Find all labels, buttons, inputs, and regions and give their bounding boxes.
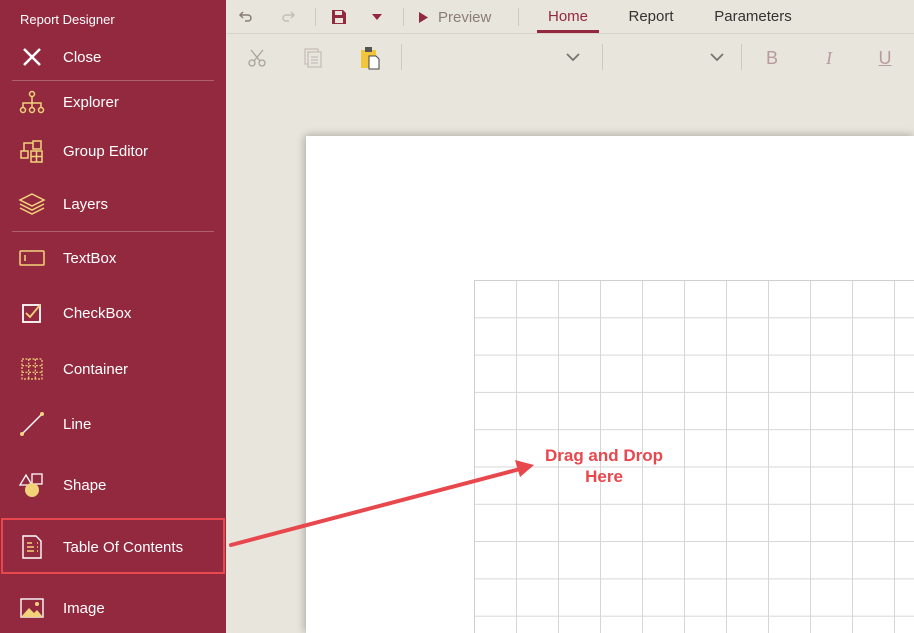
bold-button[interactable]: B <box>761 46 783 70</box>
save-dropdown-button[interactable] <box>366 8 388 26</box>
sidebar-item-label: Line <box>63 415 92 433</box>
layers-icon <box>18 190 46 218</box>
divider <box>602 44 603 70</box>
preview-button[interactable]: Preview <box>419 6 491 28</box>
shape-icon <box>18 471 46 499</box>
sidebar-item-label: CheckBox <box>63 304 132 322</box>
chevron-down-icon <box>566 53 580 61</box>
tab-parameters[interactable]: Parameters <box>705 0 801 33</box>
divider <box>12 231 214 232</box>
redo-button[interactable] <box>278 7 300 27</box>
sidebar-item-container[interactable]: Container <box>0 344 226 394</box>
drop-hint-line2: Here <box>585 467 623 486</box>
highlight-box <box>1 518 225 574</box>
sidebar: Report Designer Close Explorer Group Edi… <box>0 0 226 633</box>
play-icon <box>419 11 428 23</box>
cut-button[interactable] <box>244 46 270 70</box>
divider <box>403 8 404 26</box>
divider <box>401 44 402 70</box>
sidebar-item-line[interactable]: Line <box>0 399 226 449</box>
save-button[interactable] <box>328 6 350 28</box>
sidebar-item-textbox[interactable]: TextBox <box>0 233 226 283</box>
group-editor-icon <box>18 137 46 165</box>
image-icon <box>18 594 46 622</box>
sidebar-item-label: Explorer <box>63 93 119 111</box>
toolbar-row-format: B I U <box>226 33 914 80</box>
chevron-down-icon <box>710 53 724 61</box>
explorer-icon <box>18 88 46 116</box>
underline-button[interactable]: U <box>874 46 896 70</box>
divider <box>315 8 316 26</box>
sidebar-item-label: Close <box>63 48 102 66</box>
sidebar-item-close[interactable]: Close <box>0 32 226 82</box>
tab-report[interactable]: Report <box>620 0 682 33</box>
toolbar: Preview Home Report Parameters B I U <box>226 0 914 80</box>
paste-button[interactable] <box>357 45 383 71</box>
tab-home[interactable]: Home <box>537 0 599 33</box>
redo-icon <box>282 11 296 22</box>
sidebar-item-group-editor[interactable]: Group Editor <box>0 126 226 176</box>
app-title: Report Designer <box>20 12 115 27</box>
drop-hint: Drag and Drop Here <box>530 445 678 487</box>
sidebar-item-checkbox[interactable]: CheckBox <box>0 288 226 338</box>
sidebar-item-explorer[interactable]: Explorer <box>0 77 226 127</box>
preview-label: Preview <box>438 8 492 26</box>
scissors-icon <box>248 49 266 67</box>
save-icon <box>332 10 346 24</box>
divider <box>741 44 742 70</box>
textbox-icon <box>18 244 46 272</box>
sidebar-item-label: Group Editor <box>63 142 149 160</box>
container-icon <box>18 355 46 383</box>
sidebar-item-layers[interactable]: Layers <box>0 179 226 229</box>
undo-icon <box>238 11 252 22</box>
sidebar-item-label: Layers <box>63 195 109 213</box>
sidebar-item-label: Container <box>63 360 129 378</box>
sidebar-item-image[interactable]: Image <box>0 583 226 633</box>
sidebar-item-label: TextBox <box>63 249 117 267</box>
sidebar-item-label: Image <box>63 599 105 617</box>
paste-icon <box>361 47 380 70</box>
undo-button[interactable] <box>234 7 256 27</box>
sidebar-item-shape[interactable]: Shape <box>0 460 226 510</box>
toolbar-row-top: Preview Home Report Parameters <box>226 0 914 33</box>
line-icon <box>18 410 46 438</box>
checkbox-icon <box>18 299 46 327</box>
italic-button[interactable]: I <box>818 46 840 70</box>
chevron-down-icon <box>372 14 382 20</box>
close-icon <box>18 43 46 71</box>
copy-icon <box>304 48 322 68</box>
font-family-dropdown[interactable] <box>406 42 586 72</box>
font-size-dropdown[interactable] <box>606 42 726 72</box>
drop-hint-line1: Drag and Drop <box>544 446 664 465</box>
copy-button[interactable] <box>300 46 326 70</box>
sidebar-item-label: Shape <box>63 476 107 494</box>
divider <box>518 8 519 26</box>
